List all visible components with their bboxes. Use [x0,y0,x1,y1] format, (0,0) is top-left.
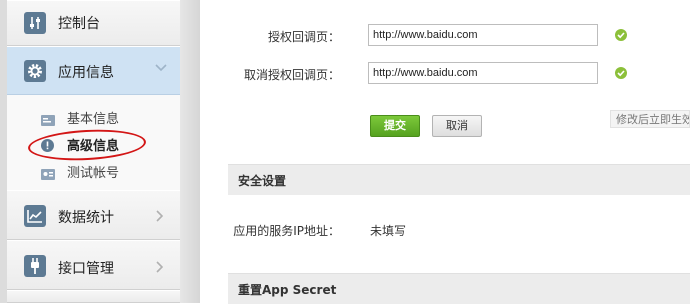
chevron-right-icon [155,210,164,226]
sidebar-item-label: 应用信息 [58,65,114,81]
server-ip-label: 应用的服务IP地址： [233,224,340,238]
save-hint: 修改后立即生效 [610,110,690,128]
cancel-callback-row: 取消授权回调页： http://www.baidu.com [200,62,690,86]
cancel-callback-label: 取消授权回调页： [243,68,340,82]
subitem-basic-info[interactable]: 基本信息 [7,105,180,129]
server-ip-value: 未填写 [370,224,407,238]
cancel-callback-input[interactable]: http://www.baidu.com [368,62,598,84]
sidebar-divider [180,0,200,303]
sidebar: 控制台 应用信息 基本信息 高级信息 测试帐号 数据统计 接口管理 [0,0,200,303]
subitem-label: 基本信息 [67,112,120,127]
sidebar-item-app-info[interactable]: 应用信息 [7,46,180,95]
plug-icon [24,255,46,277]
sidebar-item-more[interactable] [7,290,180,303]
auth-callback-input[interactable]: http://www.baidu.com [368,24,598,46]
chevron-right-icon [155,261,164,277]
sliders-icon [24,12,46,34]
chart-icon [24,205,46,227]
security-section-header: 安全设置 [228,164,690,195]
check-icon [615,67,627,79]
sidebar-item-api-management[interactable]: 接口管理 [7,240,180,290]
auth-callback-row: 授权回调页： http://www.baidu.com [200,24,690,48]
cancel-button[interactable]: 取消 [432,115,482,137]
sidebar-item-console[interactable]: 控制台 [7,0,180,46]
reset-secret-section-header: 重置App Secret [228,273,690,304]
server-ip-row: 应用的服务IP地址： 未填写 [200,220,690,240]
chevron-down-icon [155,62,167,77]
section-title: 重置App Secret [238,283,337,297]
check-icon [615,29,627,41]
sidebar-edge [0,0,7,303]
sidebar-item-label: 接口管理 [58,261,114,277]
sidebar-item-data-stats[interactable]: 数据统计 [7,190,180,240]
subitem-label: 测试帐号 [67,166,120,181]
auth-callback-label: 授权回调页： [267,30,340,44]
main-content: 授权回调页： http://www.baidu.com 取消授权回调页： htt… [200,0,690,304]
card-icon [41,111,55,126]
sidebar-item-label: 控制台 [58,16,100,32]
section-title: 安全设置 [238,174,287,188]
gear-icon [24,60,46,82]
sidebar-item-label: 数据统计 [58,210,114,226]
subitem-test-account[interactable]: 测试帐号 [7,159,180,183]
submit-button[interactable]: 提交 [370,115,420,137]
id-card-icon [41,165,55,180]
